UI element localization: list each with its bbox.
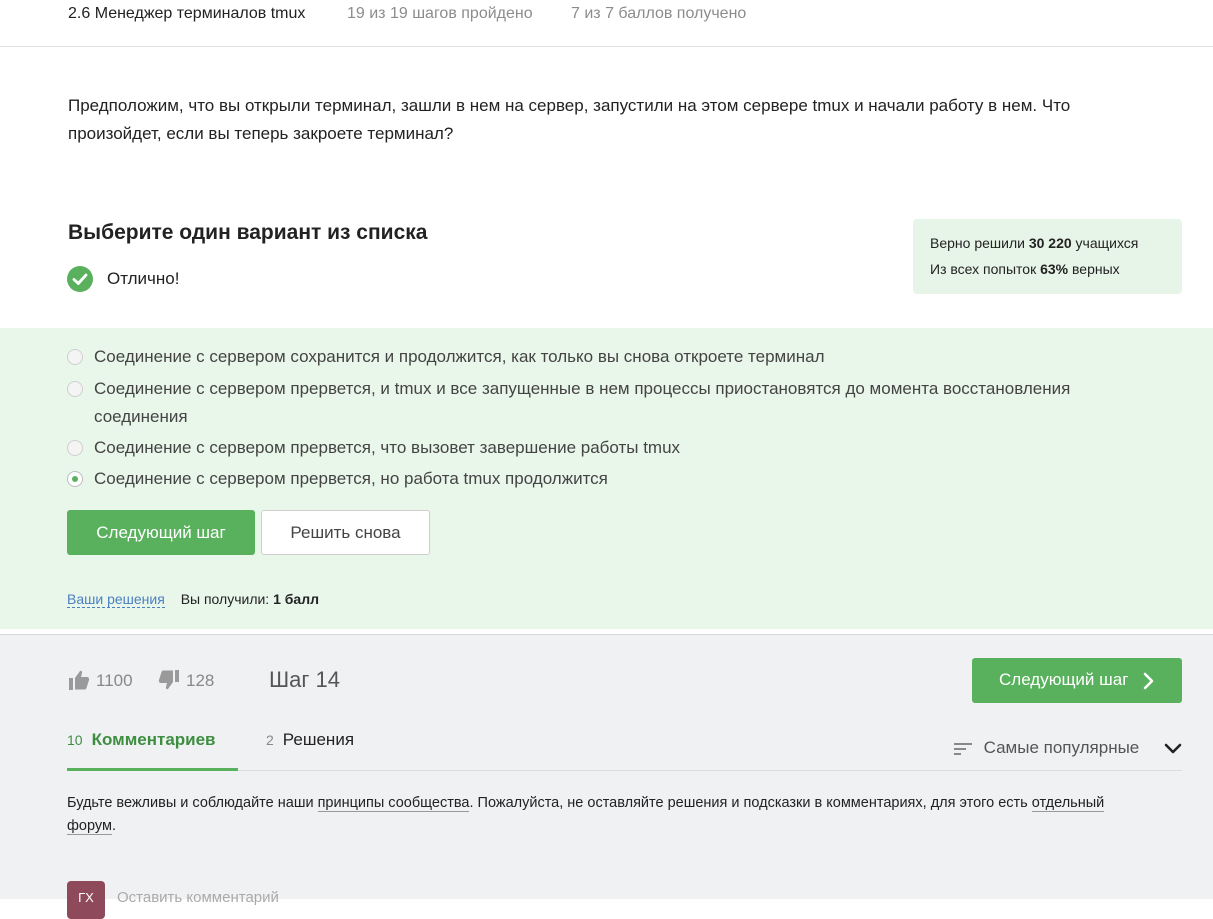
community-rules: Будьте вежливы и соблюдайте наши принцип… — [67, 792, 1157, 838]
solved-suffix: учащихся — [1071, 235, 1139, 251]
points-progress: 7 из 7 баллов получено — [571, 5, 747, 22]
option-3[interactable]: Соединение с сервером прервется, что выз… — [67, 434, 1147, 462]
next-step-top-button[interactable]: Следующий шаг — [972, 658, 1182, 703]
tab-solutions[interactable]: 2 Решения — [266, 730, 354, 768]
next-step-button[interactable]: Следующий шаг — [67, 510, 255, 555]
score-value: 1 балл — [273, 591, 319, 607]
steps-progress: 19 из 19 шагов пройдено — [347, 5, 533, 22]
option-2-text: Соединение с сервером прервется, и tmux … — [94, 379, 1071, 426]
comments-tab-label: Комментариев — [91, 730, 216, 749]
attempts-percent: 63% — [1040, 261, 1069, 277]
quiz-title: Выберите один вариант из списка — [68, 221, 428, 244]
solved-stat: Верно решили 30 220 учащихся — [930, 235, 1138, 251]
solved-count: 30 220 — [1028, 235, 1072, 251]
solutions-row: Ваши решения Вы получили: 1 балл — [67, 591, 319, 608]
radio-option-4-selected[interactable] — [67, 471, 83, 487]
score-prefix: Вы получили: — [180, 591, 274, 607]
next-step-top-label: Следующий шаг — [999, 670, 1129, 689]
chevron-right-icon — [1143, 672, 1154, 690]
sort-lines-icon — [953, 742, 972, 755]
option-2[interactable]: Соединение с сервером прервется, и tmux … — [67, 375, 1147, 431]
answer-panel: Соединение с сервером сохранится и продо… — [0, 328, 1213, 629]
lesson-title[interactable]: 2.6 Менеджер терминалов tmux — [68, 5, 305, 23]
option-1-text: Соединение с сервером сохранится и продо… — [94, 347, 825, 366]
stats-box: Верно решили 30 220 учащихся Из всех поп… — [913, 219, 1182, 294]
dislikes-count: 128 — [186, 671, 215, 690]
discussion-tabs: 10 Комментариев 2 Решения Самые популярные — [67, 730, 1182, 771]
solutions-count: 2 — [266, 732, 274, 748]
attempts-stat: Из всех попыток 63% верных — [930, 261, 1120, 277]
rules-part2: . Пожалуйста, не оставляйте решения и по… — [469, 795, 1032, 811]
sort-label: Самые популярные — [983, 738, 1140, 757]
retry-button[interactable]: Решить снова — [261, 510, 430, 555]
comments-count: 10 — [67, 732, 83, 748]
attempts-suffix: верных — [1068, 261, 1120, 277]
lesson-header: 2.6 Менеджер терминалов tmux 19 из 19 ша… — [0, 0, 1213, 47]
avatar: ГХ — [67, 881, 105, 919]
tab-comments[interactable]: 10 Комментариев — [67, 730, 238, 771]
sort-dropdown[interactable]: Самые популярные — [953, 738, 1182, 758]
step-footer: 1100 128 Шаг 14 Следующий шаг 10 Коммента… — [0, 634, 1213, 919]
thumbs-down-icon — [158, 670, 179, 690]
thumbs-up-icon — [69, 670, 90, 690]
result-label: Отлично! — [107, 269, 180, 288]
dislike-button[interactable]: 128 — [157, 668, 227, 694]
step-label: Шаг 14 — [269, 667, 341, 692]
your-solutions-link[interactable]: Ваши решения — [67, 591, 165, 608]
radio-option-2[interactable] — [67, 381, 83, 397]
solutions-tab-label: Решения — [282, 730, 355, 749]
attempts-prefix: Из всех попыток — [930, 261, 1041, 277]
check-circle-icon — [67, 266, 93, 292]
rules-part3: . — [111, 818, 116, 834]
option-4[interactable]: Соединение с сервером прервется, но рабо… — [67, 465, 1147, 493]
like-button[interactable]: 1100 — [67, 668, 137, 694]
option-3-text: Соединение с сервером прервется, что выз… — [94, 438, 681, 457]
chevron-down-icon[interactable] — [1164, 743, 1182, 755]
radio-option-1[interactable] — [67, 349, 83, 365]
option-1[interactable]: Соединение с сервером сохранится и продо… — [67, 343, 1147, 371]
option-4-text: Соединение с сервером прервется, но рабо… — [94, 469, 608, 488]
likes-count: 1100 — [96, 671, 133, 690]
solved-prefix: Верно решили — [930, 235, 1029, 251]
radio-option-3[interactable] — [67, 440, 83, 456]
community-principles-link[interactable]: принципы сообщества — [317, 795, 470, 812]
question-text: Предположим, что вы открыли терминал, за… — [68, 96, 1071, 143]
rules-part1: Будьте вежливы и соблюдайте наши — [67, 795, 318, 811]
